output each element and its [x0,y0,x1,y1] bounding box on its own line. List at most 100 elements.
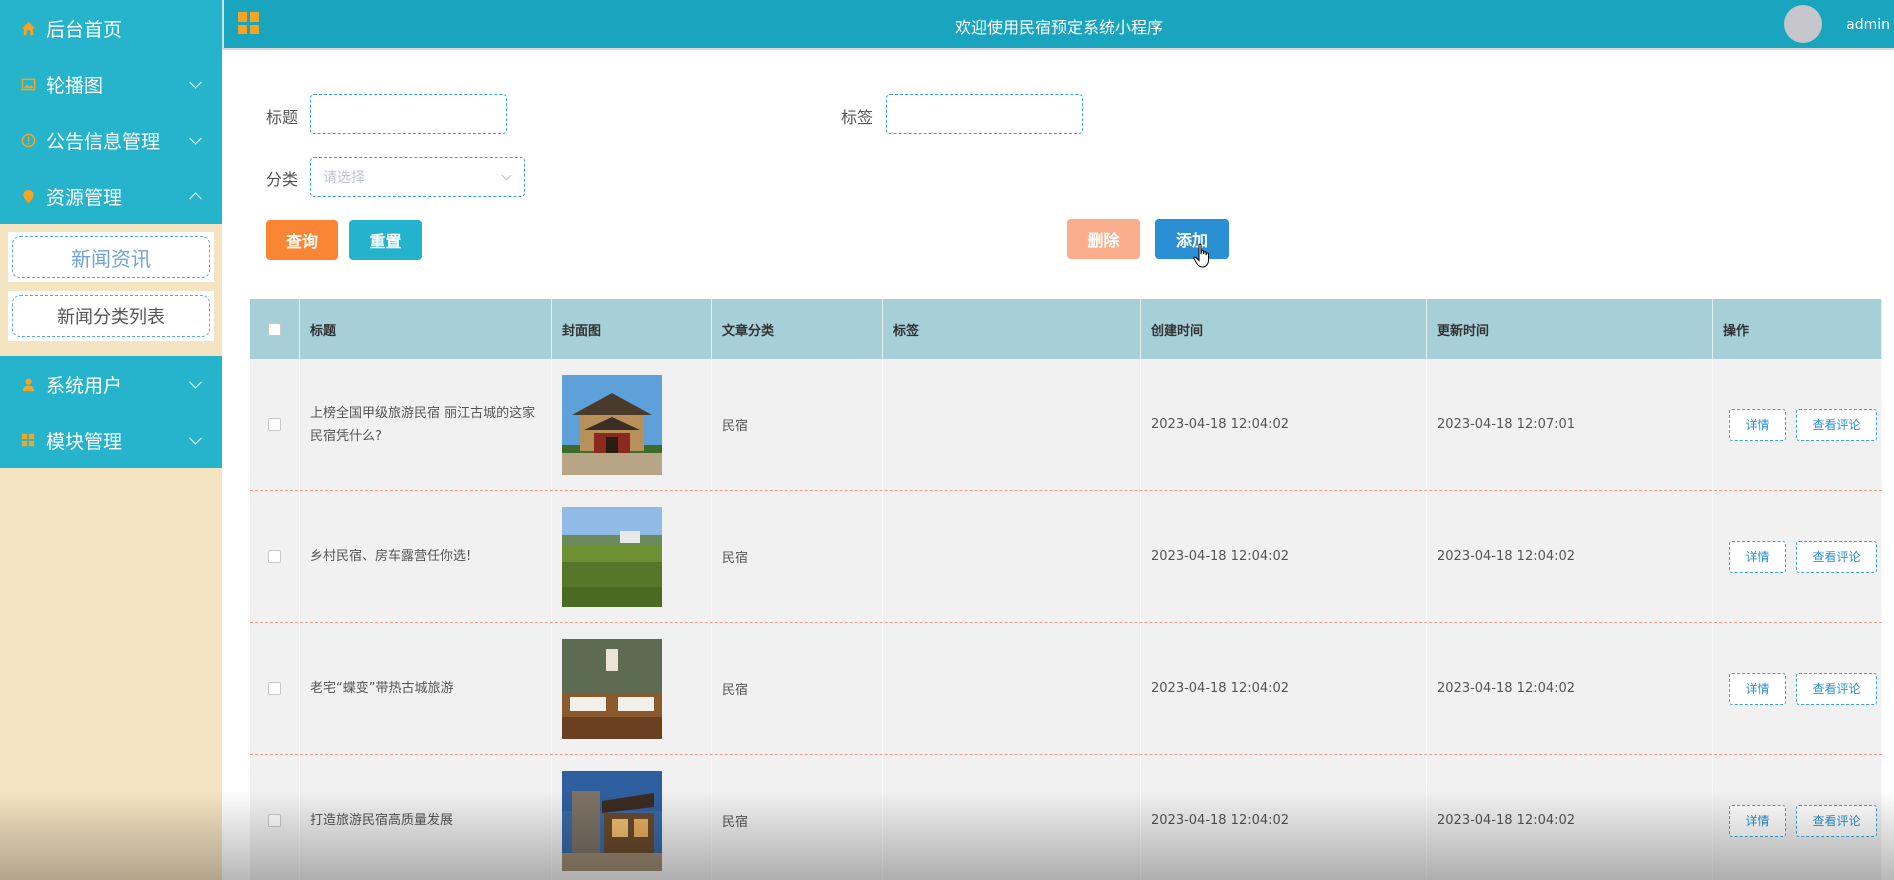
title-filter-label: 标题 [266,108,299,127]
sidebar-item-label: 公告信息管理 [46,130,161,153]
top-header: 欢迎使用民宿预定系统小程序 admin [222,0,1894,50]
header-title: 欢迎使用民宿预定系统小程序 [954,18,1163,37]
title-cell: 打造旅游民宿高质量发展 [300,755,552,880]
chevron-down-icon [501,170,512,181]
cover-image[interactable] [562,506,662,607]
updated-cell: 2023-04-18 12:04:02 [1427,491,1713,622]
username[interactable]: admin [1846,17,1890,33]
column-header-category[interactable]: 文章分类 [712,299,883,359]
row-title: 乡村民宿、房车露营任你选! [310,549,472,564]
view-comments-button[interactable]: 查看评论 [1796,540,1877,573]
hand-cursor-icon [1193,243,1209,268]
row-checkbox[interactable] [268,550,281,563]
sidebar: 后台首页 轮播图 公告信息管理 资源管理 新闻资讯 新闻分类列表 系统用户 模块… [0,0,222,880]
sidebar-item-label: 模块管理 [46,430,123,453]
submenu-item-label: 新闻分类列表 [12,295,210,337]
cover-cell [552,623,712,754]
tag-filter-label: 标签 [841,108,874,127]
row-checkbox[interactable] [268,814,281,827]
actions-cell: 详情 查看评论 [1713,359,1882,490]
grid-icon [20,432,36,448]
chevron-down-icon [189,131,202,145]
category-filter-label: 分类 [266,170,299,189]
sidebar-item-home[interactable]: 后台首页 [0,0,222,56]
info-icon [20,132,36,148]
row-checkbox[interactable] [268,418,281,431]
sidebar-item-announcements[interactable]: 公告信息管理 [0,112,222,168]
chevron-up-icon [189,192,202,206]
tag-filter-input[interactable] [886,94,1083,134]
updated-cell: 2023-04-18 12:04:02 [1427,755,1713,880]
row-title: 老宅“蝶变”带热古城旅游 [310,681,454,696]
created-cell: 2023-04-18 12:04:02 [1141,623,1427,754]
title-filter-input[interactable] [310,94,507,134]
cover-image[interactable] [562,770,662,871]
table-row: 上榜全国甲级旅游民宿 丽江古城的这家民宿凭什么? 民宿 2023-04-18 1… [250,359,1882,491]
view-comments-button[interactable]: 查看评论 [1796,804,1877,837]
cover-cell [552,359,712,490]
sidebar-item-label: 轮播图 [46,74,104,97]
title-cell: 老宅“蝶变”带热古城旅游 [300,623,552,754]
view-comments-button[interactable]: 查看评论 [1796,408,1877,441]
view-comments-button[interactable]: 查看评论 [1796,672,1877,705]
submenu-item-label: 新闻资讯 [12,236,210,278]
detail-button[interactable]: 详情 [1729,540,1786,573]
image-icon [20,76,36,92]
select-all-cell [250,299,300,359]
updated-cell: 2023-04-18 12:04:02 [1427,623,1713,754]
tag-cell [883,359,1141,490]
row-title: 上榜全国甲级旅游民宿 丽江古城的这家民宿凭什么? [310,405,536,444]
select-all-checkbox[interactable] [268,322,281,336]
sidebar-item-carousel[interactable]: 轮播图 [0,56,222,112]
row-select-cell [250,755,300,880]
cover-cell [552,491,712,622]
column-header-created[interactable]: 创建时间 [1141,299,1427,359]
tag-cell [883,755,1141,880]
home-icon [20,20,36,36]
created-cell: 2023-04-18 12:04:02 [1141,359,1427,490]
column-header-tag: 标签 [883,299,1141,359]
cover-image[interactable] [562,374,662,475]
table-row: 打造旅游民宿高质量发展 民宿 2023-04-18 12:04:02 2023-… [250,755,1882,880]
created-cell: 2023-04-18 12:04:02 [1141,755,1427,880]
detail-button[interactable]: 详情 [1729,672,1786,705]
row-checkbox[interactable] [268,682,281,695]
detail-button[interactable]: 详情 [1729,804,1786,837]
column-header-updated[interactable]: 更新时间 [1427,299,1713,359]
sidebar-item-modules[interactable]: 模块管理 [0,412,222,468]
column-header-title[interactable]: 标题 [300,299,552,359]
row-select-cell [250,491,300,622]
submenu-item-news-categories[interactable]: 新闻分类列表 [8,291,214,341]
add-button[interactable]: 添加 [1155,219,1229,259]
news-table: 标题 封面图 文章分类 标签 创建时间 更新时间 操作 上榜全国甲级旅游民宿 丽… [250,299,1882,880]
sidebar-item-resources[interactable]: 资源管理 [0,168,222,224]
tag-cell [883,623,1141,754]
cover-image[interactable] [562,638,662,739]
sidebar-item-system-users[interactable]: 系统用户 [0,356,222,412]
category-select-placeholder: 请选择 [323,170,365,186]
table-row: 老宅“蝶变”带热古城旅游 民宿 2023-04-18 12:04:02 2023… [250,623,1882,755]
resources-submenu: 新闻资讯 新闻分类列表 [0,224,222,356]
table-row: 乡村民宿、房车露营任你选! 民宿 2023-04-18 12:04:02 202… [250,491,1882,623]
column-header-cover: 封面图 [552,299,712,359]
category-select[interactable]: 请选择 [310,157,525,197]
sidebar-item-label: 后台首页 [46,18,123,41]
search-button[interactable]: 查询 [266,220,338,260]
category-cell: 民宿 [712,755,883,880]
reset-button[interactable]: 重置 [349,220,422,260]
actions-cell: 详情 查看评论 [1713,755,1882,880]
user-icon [20,376,36,392]
submenu-item-news[interactable]: 新闻资讯 [8,232,214,282]
detail-button[interactable]: 详情 [1729,408,1786,441]
chevron-down-icon [189,431,202,445]
sidebar-item-label: 系统用户 [46,374,123,397]
avatar[interactable] [1784,5,1822,43]
tag-cell [883,491,1141,622]
category-cell: 民宿 [712,359,883,490]
created-cell: 2023-04-18 12:04:02 [1141,491,1427,622]
chevron-down-icon [189,75,202,89]
delete-button[interactable]: 删除 [1067,219,1140,259]
updated-cell: 2023-04-18 12:07:01 [1427,359,1713,490]
cover-cell [552,755,712,880]
table-header: 标题 封面图 文章分类 标签 创建时间 更新时间 操作 [250,299,1882,359]
